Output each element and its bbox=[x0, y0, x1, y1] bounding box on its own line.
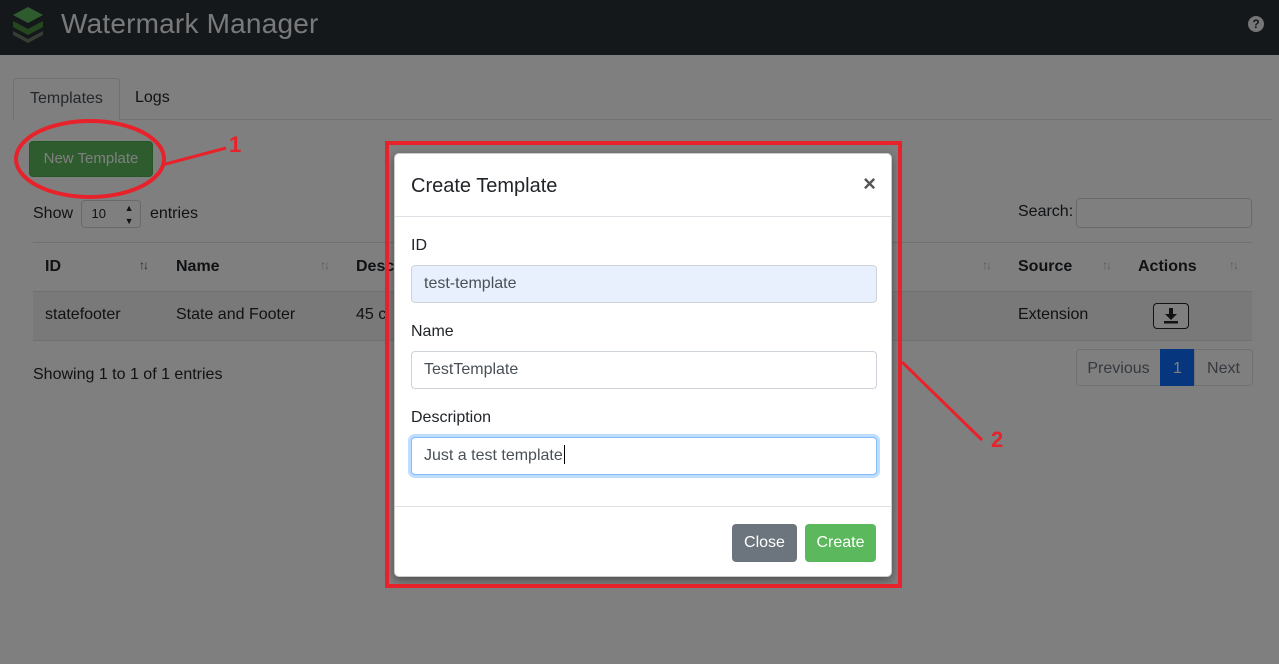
annotation-box bbox=[385, 141, 902, 588]
annotation-marker-2: 2 bbox=[991, 427, 1004, 452]
annotation-layer bbox=[14, 119, 984, 588]
annotation-ellipse bbox=[14, 119, 166, 199]
annotation-line-1 bbox=[161, 146, 227, 167]
annotation-marker-1: 1 bbox=[229, 132, 242, 157]
annotation-line-2 bbox=[900, 360, 984, 442]
